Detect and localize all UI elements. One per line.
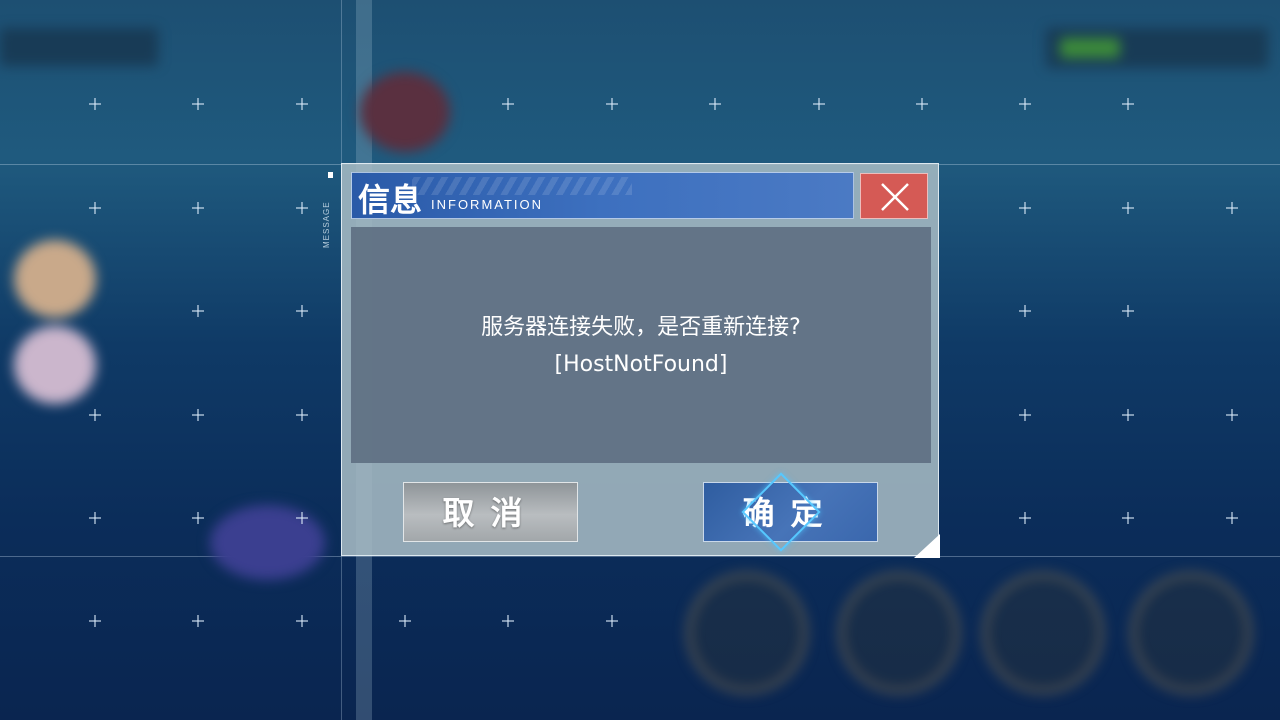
grid-cross xyxy=(192,98,204,110)
skill-slot xyxy=(1130,572,1252,694)
grid-cross xyxy=(1019,409,1031,421)
close-button[interactable] xyxy=(860,173,928,219)
grid-cross xyxy=(192,305,204,317)
dialog-content: 服务器连接失败，是否重新连接? [HostNotFound] xyxy=(351,227,931,463)
grid-cross xyxy=(1019,512,1031,524)
grid-cross xyxy=(606,98,618,110)
grid-cross xyxy=(296,615,308,627)
grid-cross xyxy=(502,98,514,110)
grid-cross xyxy=(296,409,308,421)
grid-cross xyxy=(89,615,101,627)
dialog-title: 信息 xyxy=(358,181,423,219)
skill-slot xyxy=(982,572,1104,694)
message-text: 服务器连接失败，是否重新连接? xyxy=(481,315,801,340)
grid-cross xyxy=(296,98,308,110)
grid-cross xyxy=(916,98,928,110)
grid-cross xyxy=(89,512,101,524)
grid-cross xyxy=(1122,305,1134,317)
error-code: [HostNotFound] xyxy=(554,352,728,377)
reconnect-dialog: 信息 INFORMATION 服务器连接失败，是否重新连接? [HostNotF… xyxy=(341,163,939,556)
grid-cross xyxy=(192,202,204,214)
skill-slot xyxy=(686,572,808,694)
cancel-button[interactable]: 取消 xyxy=(403,482,578,542)
grid-cross xyxy=(296,512,308,524)
grid-line xyxy=(0,556,1280,557)
grid-cross xyxy=(606,615,618,627)
grid-cross xyxy=(192,615,204,627)
close-x-icon xyxy=(881,183,909,211)
grid-cross xyxy=(399,615,411,627)
grid-cross xyxy=(89,409,101,421)
grid-cross xyxy=(192,409,204,421)
status-bar-green xyxy=(1060,38,1120,58)
grid-cross xyxy=(813,98,825,110)
grid-cross xyxy=(1019,202,1031,214)
grid-cross xyxy=(1122,98,1134,110)
grid-cross xyxy=(192,512,204,524)
grid-cross xyxy=(1019,98,1031,110)
grid-cross xyxy=(296,305,308,317)
dialog-message: 服务器连接失败，是否重新连接? [HostNotFound] xyxy=(351,309,931,383)
team-avatar xyxy=(14,240,96,318)
title-decoration xyxy=(412,177,632,195)
grid-cross xyxy=(1226,409,1238,421)
dialog-title-bar: 信息 INFORMATION xyxy=(351,172,854,219)
grid-cross xyxy=(1226,512,1238,524)
grid-cross xyxy=(502,615,514,627)
top-left-hud xyxy=(0,28,158,66)
grid-cross xyxy=(89,98,101,110)
dialog-subtitle: INFORMATION xyxy=(431,197,544,212)
grid-cross xyxy=(1122,512,1134,524)
corner-decoration xyxy=(914,534,940,558)
grid-cross xyxy=(89,202,101,214)
grid-cross xyxy=(296,202,308,214)
character-avatar xyxy=(360,72,450,152)
skill-slot xyxy=(838,572,960,694)
team-avatar xyxy=(14,326,96,404)
grid-cross xyxy=(709,98,721,110)
grid-cross xyxy=(1226,202,1238,214)
grid-cross xyxy=(1019,305,1031,317)
side-message-label: MESSAGE xyxy=(322,201,331,248)
grid-cross xyxy=(1122,202,1134,214)
grid-cross xyxy=(1122,409,1134,421)
